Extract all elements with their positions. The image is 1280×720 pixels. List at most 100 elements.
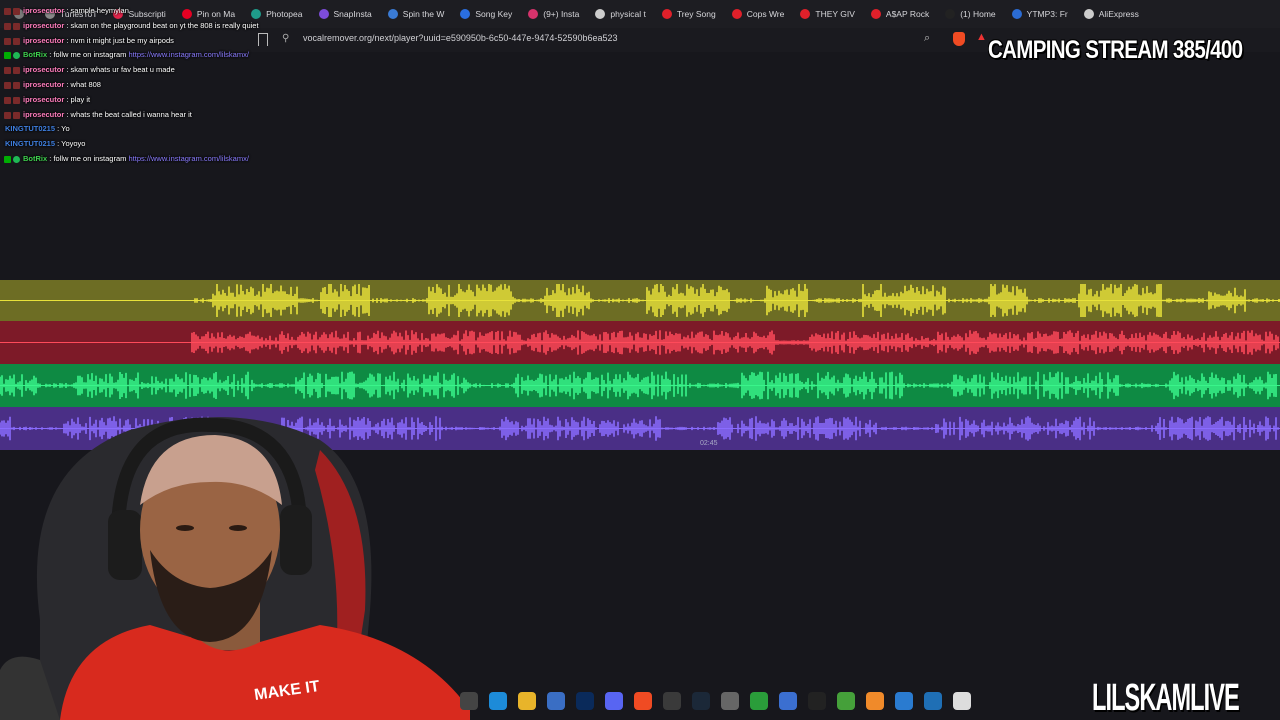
waveform-drums [0, 330, 1280, 355]
waveform-vocals [0, 284, 1280, 317]
chat-text: Yo [61, 124, 70, 134]
chat-text: skam whats ur fav beat u made [70, 65, 175, 75]
chat-username: BotRix [23, 153, 48, 163]
subscriber-badge-icon [4, 37, 11, 45]
subscriber-badge-icon [13, 111, 20, 119]
bookmark-favicon-icon [661, 9, 672, 19]
bookmark-item[interactable]: Cops Wre [724, 0, 793, 28]
bookmark-item[interactable]: (1) Home [937, 0, 1003, 28]
search-icon[interactable] [460, 692, 478, 710]
brave-icon[interactable] [634, 692, 652, 710]
chat-username: BotRix [23, 50, 48, 60]
chat-username: iprosecutor [23, 65, 65, 75]
chat-username: iprosecutor [23, 20, 65, 30]
zoom-icon[interactable]: ⌕ [924, 32, 930, 45]
bookmark-label: THEY GIV [815, 9, 855, 19]
subscriber-badge-icon [13, 37, 20, 45]
photos-icon[interactable] [924, 692, 942, 710]
chat-message: KINGTUT0215 : Yo [0, 122, 290, 137]
chat-username: iprosecutor [23, 6, 65, 15]
subscriber-badge-icon [4, 8, 11, 15]
waveform-bass [0, 371, 1280, 400]
chat-username: KINGTUT0215 [5, 139, 56, 149]
chat-link[interactable]: https://www.instagram.com/lilskamx/ [128, 50, 248, 59]
verified-badge-icon [13, 52, 20, 60]
chat-message: iprosecutor : sample heymylan [0, 4, 290, 19]
stream-screen: TunesToT Subscripti Pin on Ma Photopea SnapI… [0, 0, 1280, 720]
chat-username: iprosecutor [23, 35, 65, 45]
bookmark-favicon-icon [1083, 9, 1094, 19]
chat-message: KINGTUT0215 : Yoyoyo [0, 137, 290, 152]
chat-message: iprosecutor : nvm it might just be my ai… [0, 34, 290, 49]
bookmark-favicon-icon [870, 9, 881, 19]
chat-message: iprosecutor : play it [0, 93, 290, 108]
bookmark-favicon-icon [595, 9, 606, 19]
bookmark-item[interactable]: (9+) Insta [520, 0, 587, 28]
bookmark-item[interactable]: SnapInsta [311, 0, 380, 28]
chat-text: follw me on instagram [53, 153, 127, 163]
folder-icon[interactable] [518, 692, 536, 710]
bot-badge-icon [4, 155, 11, 163]
stem-drums-track[interactable] [0, 321, 1280, 364]
chat-text: what 808 [70, 79, 101, 89]
chat-link[interactable]: https://www.instagram.com/lilskamx/ [128, 154, 248, 163]
taskbar [460, 688, 980, 714]
subscriber-badge-icon [13, 22, 20, 30]
chat-message: iprosecutor : what 808 [0, 78, 290, 93]
stem-vocals-track[interactable] [0, 280, 1280, 321]
store-icon[interactable] [547, 692, 565, 710]
edge-icon[interactable] [489, 692, 507, 710]
bookmark-label: (9+) Insta [543, 9, 580, 19]
keyboard-icon[interactable] [721, 692, 739, 710]
bookmark-item[interactable]: Trey Song [654, 0, 724, 28]
bookmark-item[interactable]: physical t [587, 0, 653, 28]
bookmark-label: Trey Song [676, 9, 716, 19]
notepad-icon[interactable] [895, 692, 913, 710]
obs-icon[interactable] [663, 692, 681, 710]
brave-rewards-icon[interactable]: ▲ [976, 31, 987, 43]
bookmark-favicon-icon [800, 9, 811, 19]
photoshop-icon[interactable] [576, 692, 594, 710]
bookmark-item[interactable]: YTMP3: Fr [1004, 0, 1076, 28]
bookmark-favicon-icon [945, 9, 956, 19]
utorrent-icon[interactable] [837, 692, 855, 710]
bookmark-item[interactable]: THEY GIV [792, 0, 863, 28]
subscriber-badge-icon [13, 96, 20, 104]
bookmark-item[interactable]: Spin the W [380, 0, 453, 28]
xbox-icon[interactable] [750, 692, 768, 710]
subscriber-badge-icon [4, 22, 11, 30]
bookmark-label: YTMP3: Fr [1026, 9, 1068, 19]
chat-text: Yoyoyo [61, 139, 86, 149]
bookmark-item[interactable]: Song Key [452, 0, 520, 28]
bookmark-item[interactable]: AliExpress [1076, 0, 1147, 28]
bookmark-item[interactable]: A$AP Rock [863, 0, 937, 28]
fl-studio-icon[interactable] [866, 692, 884, 710]
bookmark-favicon-icon [387, 9, 398, 19]
brave-shields-icon[interactable] [953, 32, 965, 46]
bookmark-label: A$AP Rock [885, 9, 930, 19]
chat-username: KINGTUT0215 [5, 124, 56, 134]
steam-icon[interactable] [692, 692, 710, 710]
subscriber-badge-icon [13, 81, 20, 89]
stem-bass-track[interactable] [0, 364, 1280, 407]
chat-text: sample heymylan [70, 6, 129, 15]
capcut-icon[interactable] [808, 692, 826, 710]
chat-text: play it [70, 94, 91, 104]
4k-icon[interactable] [779, 692, 797, 710]
stream-title: CAMPING STREAM 385/400 [988, 36, 1243, 64]
chat-username: iprosecutor [23, 94, 65, 104]
subscriber-badge-icon [4, 96, 11, 104]
file-icon[interactable] [953, 692, 971, 710]
chat-message: BotRix : follw me on instagram https://w… [0, 152, 290, 167]
bookmark-label: Cops Wre [746, 9, 785, 19]
chat-message: iprosecutor : skam whats ur fav beat u m… [0, 63, 290, 78]
discord-icon[interactable] [605, 692, 623, 710]
chat-text: nvm it might just be my airpods [70, 35, 174, 45]
url-text[interactable]: vocalremover.org/next/player?uuid=e59095… [303, 33, 618, 43]
subscriber-badge-icon [13, 8, 20, 15]
subscriber-badge-icon [4, 81, 11, 89]
chat-message: BotRix : follw me on instagram https://w… [0, 48, 290, 63]
bot-badge-icon [4, 52, 11, 60]
chat-text: skam on the playground beat on yt the 80… [70, 20, 259, 30]
subscriber-badge-icon [4, 111, 11, 119]
